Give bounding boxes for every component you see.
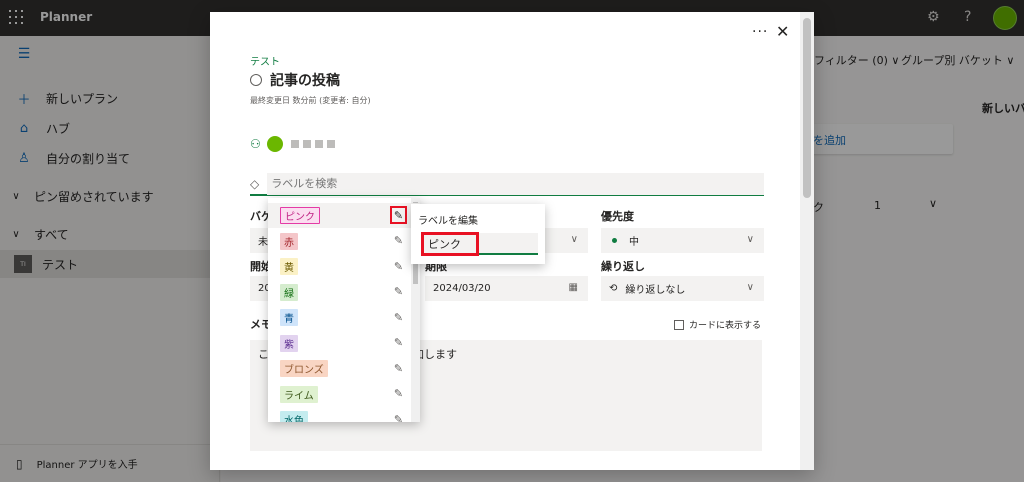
more-options-icon[interactable]: ··· bbox=[752, 24, 768, 40]
pencil-icon[interactable]: ✎ bbox=[390, 410, 407, 423]
pencil-icon[interactable]: ✎ bbox=[390, 385, 407, 403]
priority-medium-icon bbox=[612, 238, 617, 243]
label-option[interactable]: 水色 ✎ bbox=[268, 407, 420, 422]
dialog-scrollbar-thumb[interactable] bbox=[803, 18, 811, 198]
label-chip[interactable]: 緑 bbox=[280, 283, 298, 301]
label-chip[interactable]: 紫 bbox=[280, 334, 298, 352]
checkbox-icon[interactable] bbox=[674, 319, 684, 330]
repeat-icon: ⟲ bbox=[609, 283, 618, 294]
repeat-select[interactable]: ⟲ 繰り返しなし ∨ bbox=[601, 276, 764, 301]
label-search: ◇ bbox=[250, 172, 764, 196]
label-chip[interactable]: ブロンズ bbox=[280, 360, 328, 377]
label-option[interactable]: 紫 ✎ bbox=[268, 331, 420, 356]
edit-label-value[interactable]: ピンク bbox=[421, 232, 479, 256]
label-option[interactable]: 赤 ✎ bbox=[268, 229, 420, 254]
pencil-icon[interactable]: ✎ bbox=[390, 257, 407, 275]
label-option[interactable]: ピンク ✎ bbox=[268, 203, 420, 228]
task-title-text[interactable]: 記事の投稿 bbox=[270, 70, 340, 90]
pencil-icon[interactable]: ✎ bbox=[390, 232, 407, 250]
chevron-down-icon: ∨ bbox=[746, 282, 754, 293]
label-chip[interactable]: 青 bbox=[280, 309, 298, 326]
chevron-down-icon: ∨ bbox=[570, 234, 578, 245]
last-modified: 最終変更日 数分前 (変更者: 自分) bbox=[250, 96, 371, 105]
complete-circle-icon[interactable] bbox=[250, 74, 262, 86]
assignee-name-redacted bbox=[290, 140, 335, 148]
label-option[interactable]: ライム ✎ bbox=[268, 382, 420, 407]
label-chip[interactable]: 赤 bbox=[280, 232, 298, 250]
label-chip[interactable]: ピンク bbox=[280, 207, 320, 224]
close-icon[interactable]: ✕ bbox=[776, 22, 789, 41]
avatar[interactable] bbox=[266, 136, 283, 152]
label-option[interactable]: ブロンズ ✎ bbox=[268, 356, 420, 381]
label-option[interactable]: 黄 ✎ bbox=[268, 254, 420, 279]
tag-icon: ◇ bbox=[250, 176, 260, 191]
label-search-input[interactable] bbox=[267, 172, 764, 195]
task-title[interactable]: 記事の投稿 bbox=[250, 70, 340, 90]
label-option[interactable]: 青 ✎ bbox=[268, 305, 420, 330]
priority-select[interactable]: 中 ∨ bbox=[601, 228, 764, 253]
checkbox-label: カードに表示する bbox=[689, 321, 762, 331]
plan-name[interactable]: テスト bbox=[250, 53, 280, 68]
add-assignee-icon[interactable]: ⚇ bbox=[250, 137, 261, 151]
label-option[interactable]: 緑 ✎ bbox=[268, 280, 420, 305]
assignees: ⚇ bbox=[250, 136, 335, 152]
edit-label-flyout: ラベルを編集 ピンク bbox=[411, 204, 545, 264]
pencil-icon[interactable]: ✎ bbox=[390, 334, 407, 352]
repeat-label: 繰り返し bbox=[601, 260, 645, 273]
pencil-icon[interactable]: ✎ bbox=[390, 283, 407, 301]
chevron-down-icon: ∨ bbox=[746, 234, 754, 245]
pencil-icon[interactable]: ✎ bbox=[390, 308, 407, 326]
label-chip[interactable]: ライム bbox=[280, 385, 318, 403]
label-chip[interactable]: 水色 bbox=[280, 411, 308, 422]
label-chip[interactable]: 黄 bbox=[280, 258, 298, 275]
calendar-icon[interactable]: ▦ bbox=[569, 282, 578, 293]
due-date-field[interactable]: 2024/03/20 ▦ bbox=[425, 276, 588, 301]
pencil-icon[interactable]: ✎ bbox=[390, 206, 407, 224]
priority-label: 優先度 bbox=[601, 210, 634, 223]
edit-label-title: ラベルを編集 bbox=[418, 216, 478, 227]
label-dropdown: ピンク ✎ 赤 ✎ 黄 ✎ 緑 ✎ 青 ✎ 紫 ✎ ブロンズ ✎ ライム ✎ 水色 ✎ bbox=[268, 198, 420, 422]
pencil-icon[interactable]: ✎ bbox=[390, 359, 407, 377]
show-on-card-checkbox[interactable]: カードに表示する bbox=[674, 318, 761, 331]
